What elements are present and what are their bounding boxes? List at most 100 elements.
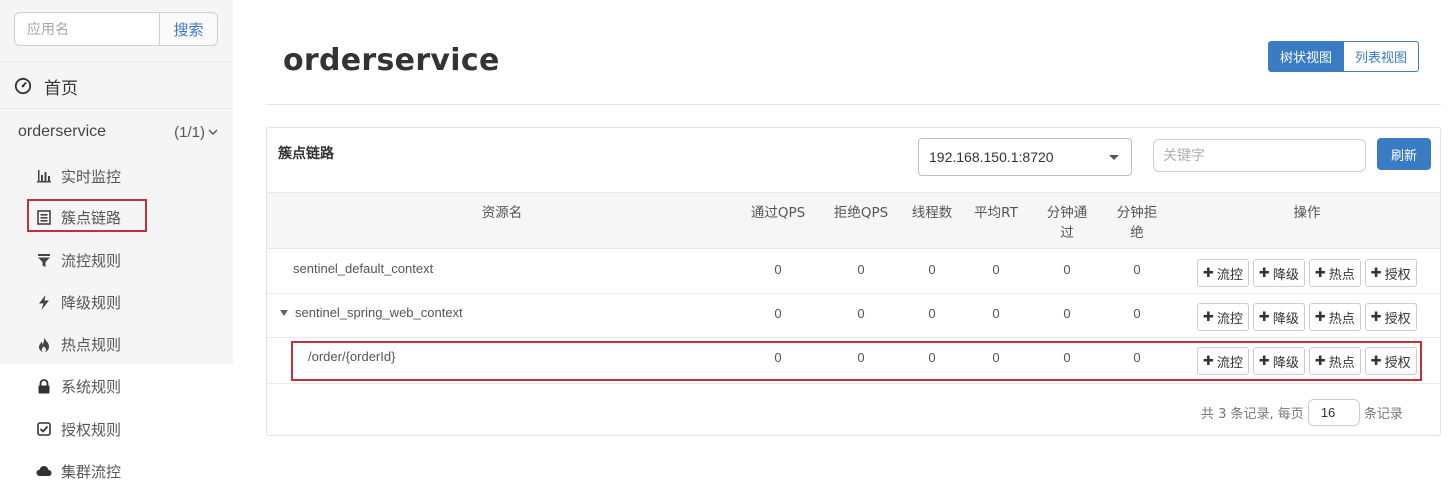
column-header-resource: 资源名: [481, 205, 523, 221]
plus-icon: ✚: [1370, 309, 1382, 325]
resource-name[interactable]: sentinel_spring_web_context: [280, 305, 463, 320]
app-machine-count: (1/1): [174, 124, 218, 141]
add-flow-rule-button[interactable]: ✚ 流控: [1197, 259, 1249, 287]
keyword-input[interactable]: [1153, 139, 1366, 172]
lock-icon: [36, 378, 52, 394]
button-label: 授权: [1384, 311, 1411, 327]
sidebar-item-label: 集群流控: [61, 463, 122, 481]
fire-icon: [36, 336, 52, 352]
sidebar-item-flow-rules[interactable]: 流控规则: [36, 247, 121, 273]
dashboard-icon: [14, 77, 32, 95]
sidebar-item-auth-rules[interactable]: 授权规则: [36, 416, 121, 442]
sidebar-item-home[interactable]: 首页: [14, 72, 78, 100]
cluster-point-panel: 簇点链路 192.168.150.1:8720 刷新 资源名 通过QPS 拒绝Q…: [266, 127, 1441, 436]
row-actions: ✚ 流控 ✚ 降级 ✚ 热点 ✚ 授权: [1197, 259, 1417, 287]
add-degrade-rule-button[interactable]: ✚ 降级: [1252, 303, 1305, 331]
app-search-input[interactable]: [14, 12, 160, 46]
resource-name-text: sentinel_default_context: [293, 261, 434, 276]
cloud-icon: [36, 463, 52, 479]
button-label: 热点: [1328, 267, 1355, 283]
divider: [0, 108, 233, 109]
machine-select-value: 192.168.150.1:8720: [929, 149, 1054, 165]
pagination: 共 3 条记录, 每页 条记录: [1201, 399, 1403, 426]
app-search: 搜索: [14, 12, 218, 46]
plus-icon: ✚: [1370, 265, 1382, 281]
check-square-icon: [36, 421, 52, 437]
resource-name: sentinel_default_context: [293, 261, 433, 276]
table-header: 资源名 通过QPS 拒绝QPS 线程数 平均RT 分钟通过 分钟拒绝 操作: [267, 192, 1440, 249]
column-header-threads: 线程数: [911, 205, 953, 221]
sidebar-item-label: 降级规则: [61, 294, 122, 312]
cell-minute-block: 0: [1133, 306, 1141, 321]
page-size-input[interactable]: [1307, 399, 1360, 426]
sidebar-item-label: 授权规则: [61, 421, 122, 439]
table-row: sentinel_default_context 0 0 0 0 0 0 ✚ 流控…: [267, 250, 1440, 294]
sidebar-item-label: 实时监控: [61, 168, 122, 186]
pager-suffix: 条记录: [1363, 407, 1403, 422]
tree-view-button[interactable]: 树状视图: [1268, 41, 1345, 72]
cell-block-qps: 0: [857, 262, 865, 277]
column-header-minute-block: 分钟拒绝: [1116, 205, 1158, 241]
sidebar: 搜索 首页 orderservice (1/1) 实时监控 簇点链路: [0, 0, 233, 494]
refresh-button[interactable]: 刷新: [1377, 138, 1431, 170]
cell-avg-rt: 0: [992, 306, 1000, 321]
button-label: 流控: [1216, 267, 1243, 283]
sidebar-item-cluster-flow[interactable]: 集群流控: [36, 458, 121, 484]
cell-pass-qps: 0: [774, 262, 782, 277]
add-hotspot-rule-button[interactable]: ✚ 热点: [1308, 303, 1361, 331]
caret-down-icon: [1109, 154, 1119, 160]
highlight-box: [27, 199, 147, 232]
list-view-button[interactable]: 列表视图: [1344, 41, 1420, 72]
row-actions: ✚ 流控 ✚ 降级 ✚ 热点 ✚ 授权: [1197, 303, 1417, 331]
add-hotspot-rule-button[interactable]: ✚ 热点: [1308, 259, 1361, 287]
resource-name-text: sentinel_spring_web_context: [295, 305, 463, 320]
sidebar-item-label: 首页: [44, 78, 78, 98]
sidebar-item-degrade-rules[interactable]: 降级规则: [36, 289, 121, 315]
page-title: orderservice: [283, 43, 500, 78]
caret-down-icon[interactable]: [280, 309, 288, 316]
panel-title: 簇点链路: [278, 145, 334, 161]
table-row: sentinel_spring_web_context 0 0 0 0 0 0 …: [267, 294, 1440, 338]
pager-prefix: 共 3 条记录, 每页: [1201, 407, 1304, 422]
button-label: 授权: [1384, 267, 1411, 283]
add-auth-rule-button[interactable]: ✚ 授权: [1364, 303, 1417, 331]
chevron-down-icon: [208, 129, 218, 135]
button-label: 降级: [1272, 267, 1299, 283]
column-header-pass-qps: 通过QPS: [750, 205, 806, 221]
app-name: orderservice: [18, 123, 107, 140]
button-label: 降级: [1272, 311, 1299, 327]
plus-icon: ✚: [1258, 309, 1270, 325]
add-flow-rule-button[interactable]: ✚ 流控: [1197, 303, 1249, 331]
lightning-icon: [36, 294, 52, 310]
add-degrade-rule-button[interactable]: ✚ 降级: [1252, 259, 1305, 287]
sidebar-item-label: 系统规则: [61, 378, 122, 396]
button-label: 流控: [1216, 311, 1243, 327]
view-toggle: 树状视图 列表视图: [1268, 41, 1420, 72]
cell-threads: 0: [928, 306, 936, 321]
divider: [266, 104, 1441, 105]
cell-pass-qps: 0: [774, 306, 782, 321]
bar-chart-icon: [36, 168, 52, 184]
app-count-text: (1/1): [174, 123, 205, 141]
sidebar-item-system-rules[interactable]: 系统规则: [36, 373, 121, 399]
sidebar-app-orderservice[interactable]: orderservice (1/1): [18, 120, 218, 144]
machine-select[interactable]: 192.168.150.1:8720: [918, 138, 1132, 176]
cell-minute-pass: 0: [1063, 306, 1071, 321]
app-search-button[interactable]: 搜索: [160, 12, 218, 46]
highlight-box: [291, 341, 1422, 381]
column-header-avg-rt: 平均RT: [974, 205, 1018, 221]
column-header-block-qps: 拒绝QPS: [833, 205, 889, 221]
plus-icon: ✚: [1314, 309, 1326, 325]
cell-block-qps: 0: [857, 306, 865, 321]
cell-threads: 0: [928, 262, 936, 277]
cell-avg-rt: 0: [992, 262, 1000, 277]
column-header-minute-pass: 分钟通过: [1046, 205, 1088, 241]
divider: [0, 61, 233, 62]
add-auth-rule-button[interactable]: ✚ 授权: [1364, 259, 1417, 287]
sidebar-item-realtime-monitor[interactable]: 实时监控: [36, 163, 121, 189]
sidebar-item-label: 流控规则: [61, 252, 122, 270]
sidebar-item-label: 热点规则: [61, 336, 122, 354]
plus-icon: ✚: [1258, 265, 1270, 281]
cell-minute-block: 0: [1133, 262, 1141, 277]
sidebar-item-hotspot-rules[interactable]: 热点规则: [36, 331, 121, 357]
